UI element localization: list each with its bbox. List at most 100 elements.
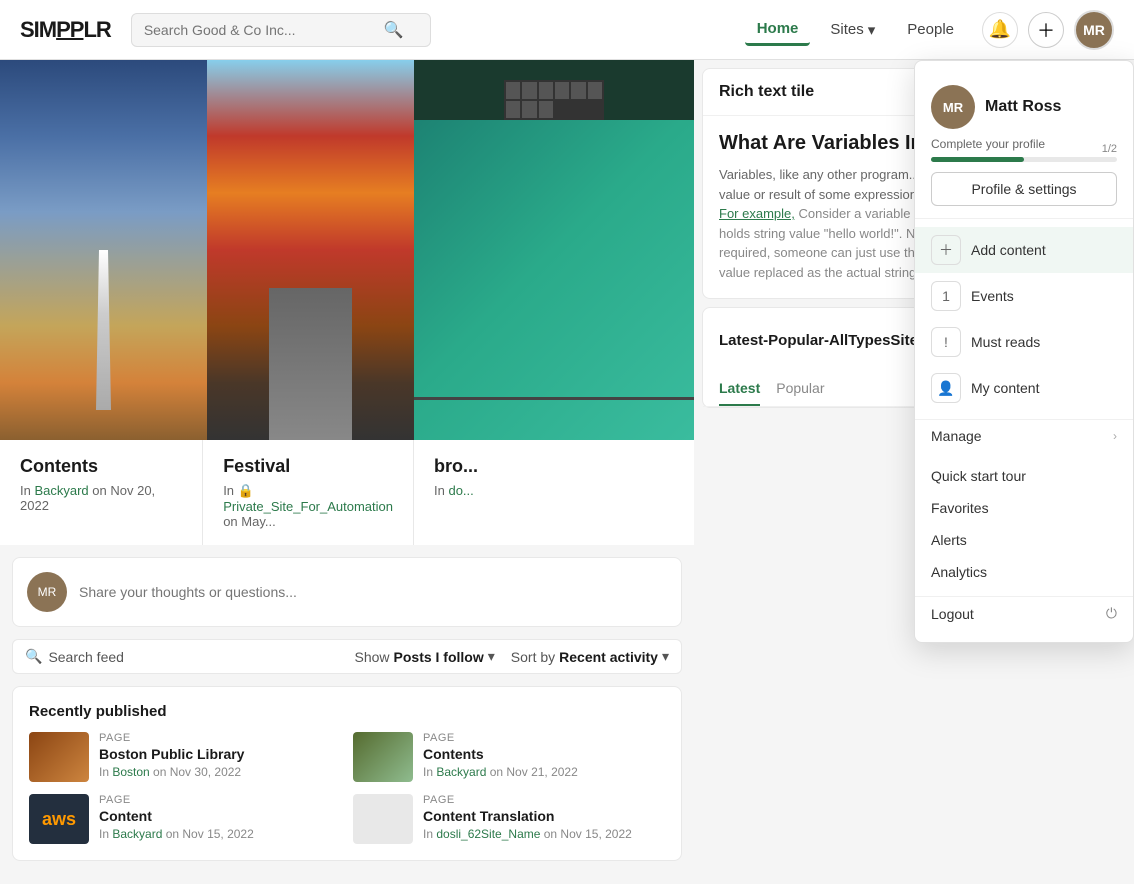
nav-sites[interactable]: Sites ▾ [818, 15, 887, 45]
must-reads-item[interactable]: ! Must reads [915, 319, 1133, 365]
search-input[interactable] [144, 22, 384, 38]
my-content-icon: 👤 [931, 373, 961, 403]
hero-strip [0, 60, 694, 440]
progress-label: 1/2 [1102, 143, 1117, 155]
pub-item-1: PAGE Contents In Backyard on Nov 21, 202… [353, 732, 665, 782]
card-site-link-0[interactable]: Backyard [34, 483, 88, 498]
progress-bar-bg [931, 157, 1117, 162]
pub-site-link-2[interactable]: Backyard [112, 827, 162, 841]
search-bar[interactable]: 🔍 [131, 13, 431, 47]
bell-button[interactable]: 🔔 [982, 12, 1018, 48]
recently-pub-title: Recently published [29, 703, 665, 720]
must-reads-icon: ! [931, 327, 961, 357]
pub-thumb-1 [353, 732, 413, 782]
profile-header: MR Matt Ross [931, 85, 1117, 129]
profile-settings-button[interactable]: Profile & settings [931, 172, 1117, 206]
pub-meta-3: In dosli_62Site_Name on Nov 15, 2022 [423, 827, 665, 841]
latest-tab-latest[interactable]: Latest [719, 372, 760, 406]
chevron-down-icon: ▾ [868, 21, 876, 39]
show-filter[interactable]: Show Posts I follow ▾ [354, 648, 494, 665]
dropdown-actions-section: ＋ Add content 1 Events ! Must reads 👤 My… [915, 219, 1133, 420]
analytics-item[interactable]: Analytics [915, 556, 1133, 588]
pub-title-2[interactable]: Content [99, 808, 341, 824]
card-site-link-1[interactable]: Private_Site_For_Automation [223, 499, 393, 514]
search-icon: 🔍 [384, 20, 404, 40]
pub-site-link-1[interactable]: Backyard [436, 765, 486, 779]
show-value: Posts I follow [394, 649, 484, 665]
progress-bar-wrap: 1/2 [931, 157, 1117, 162]
must-reads-label: Must reads [971, 334, 1117, 350]
pub-meta-0: In Boston on Nov 30, 2022 [99, 765, 341, 779]
profile-sub: Complete your profile [931, 137, 1117, 151]
post-avatar: MR [27, 572, 67, 612]
card-meta-0: In Backyard on Nov 20, 2022 [20, 483, 182, 513]
pub-thumb-0 [29, 732, 89, 782]
card-info-row: Contents In Backyard on Nov 20, 2022 Fes… [0, 440, 694, 545]
card-info-2: bro... In do... [414, 440, 694, 545]
profile-name: Matt Ross [985, 98, 1061, 116]
hero-item-0[interactable] [0, 60, 207, 440]
pub-item-3: PAGE Content Translation In dosli_62Site… [353, 794, 665, 844]
pub-title-1[interactable]: Contents [423, 746, 665, 762]
card-title-1: Festival [223, 456, 393, 477]
nav-home[interactable]: Home [745, 14, 811, 46]
hero-item-2[interactable] [414, 60, 694, 440]
pub-type-1: PAGE [423, 732, 665, 744]
recently-published: Recently published PAGE Boston Public Li… [12, 686, 682, 861]
card-meta-2: In do... [434, 483, 674, 498]
pub-type-0: PAGE [99, 732, 341, 744]
example-label: For example, [719, 206, 795, 221]
add-content-icon: ＋ [931, 235, 961, 265]
chevron-down-icon: ▾ [662, 648, 669, 665]
header: SIMPPLR 🔍 Home Sites ▾ People 🔔 ＋ MR [0, 0, 1134, 60]
sort-value: Recent activity [559, 649, 658, 665]
chevron-down-icon: ▾ [488, 648, 495, 665]
pub-item-0: PAGE Boston Public Library In Boston on … [29, 732, 341, 782]
my-content-label: My content [971, 380, 1117, 396]
card-site-link-2[interactable]: do... [448, 483, 473, 498]
add-content-label: Add content [971, 242, 1117, 258]
search-feed[interactable]: 🔍 Search feed [25, 648, 124, 665]
alerts-item[interactable]: Alerts [915, 524, 1133, 556]
nav-people[interactable]: People [895, 15, 966, 44]
plus-icon: ＋ [1037, 17, 1055, 43]
pub-info-1: PAGE Contents In Backyard on Nov 21, 202… [423, 732, 665, 779]
pub-site-link-3[interactable]: dosli_62Site_Name [436, 827, 540, 841]
card-title-2: bro... [434, 456, 674, 477]
pub-title-0[interactable]: Boston Public Library [99, 746, 341, 762]
hero-item-1[interactable] [207, 60, 414, 440]
pub-thumb-2: aws [29, 794, 89, 844]
pub-site-link-0[interactable]: Boston [112, 765, 149, 779]
quick-start-item[interactable]: Quick start tour [915, 460, 1133, 492]
favorites-item[interactable]: Favorites [915, 492, 1133, 524]
pub-item-2: aws PAGE Content In Backyard on Nov 15, … [29, 794, 341, 844]
road-decoration [269, 288, 352, 440]
left-panel: Contents In Backyard on Nov 20, 2022 Fes… [0, 60, 694, 884]
post-input[interactable] [79, 584, 667, 600]
card-title-0: Contents [20, 456, 182, 477]
sort-filter[interactable]: Sort by Recent activity ▾ [511, 648, 669, 665]
my-content-item[interactable]: 👤 My content [915, 365, 1133, 411]
search-feed-label: Search feed [48, 649, 124, 665]
manage-label: Manage [931, 428, 982, 444]
logout-item[interactable]: Logout ⏻ [915, 596, 1133, 630]
lighthouse-decoration [89, 250, 119, 410]
manage-item[interactable]: Manage › [915, 420, 1133, 452]
pub-info-0: PAGE Boston Public Library In Boston on … [99, 732, 341, 779]
add-content-item[interactable]: ＋ Add content [915, 227, 1133, 273]
pub-meta-1: In Backyard on Nov 21, 2022 [423, 765, 665, 779]
events-label: Events [971, 288, 1117, 304]
pub-type-2: PAGE [99, 794, 341, 806]
pub-title-3[interactable]: Content Translation [423, 808, 665, 824]
events-item[interactable]: 1 Events [915, 273, 1133, 319]
pub-grid: PAGE Boston Public Library In Boston on … [29, 732, 665, 844]
logo: SIMPPLR [20, 17, 111, 43]
user-avatar-button[interactable]: MR [1074, 10, 1114, 50]
header-actions: 🔔 ＋ MR [982, 10, 1114, 50]
card-info-0: Contents In Backyard on Nov 20, 2022 [0, 440, 203, 545]
latest-tab-popular[interactable]: Popular [776, 372, 824, 406]
power-icon: ⏻ [1106, 605, 1117, 622]
add-button[interactable]: ＋ [1028, 12, 1064, 48]
logout-label: Logout [931, 606, 974, 622]
simple-items: Quick start tour Favorites Alerts Analyt… [915, 452, 1133, 596]
